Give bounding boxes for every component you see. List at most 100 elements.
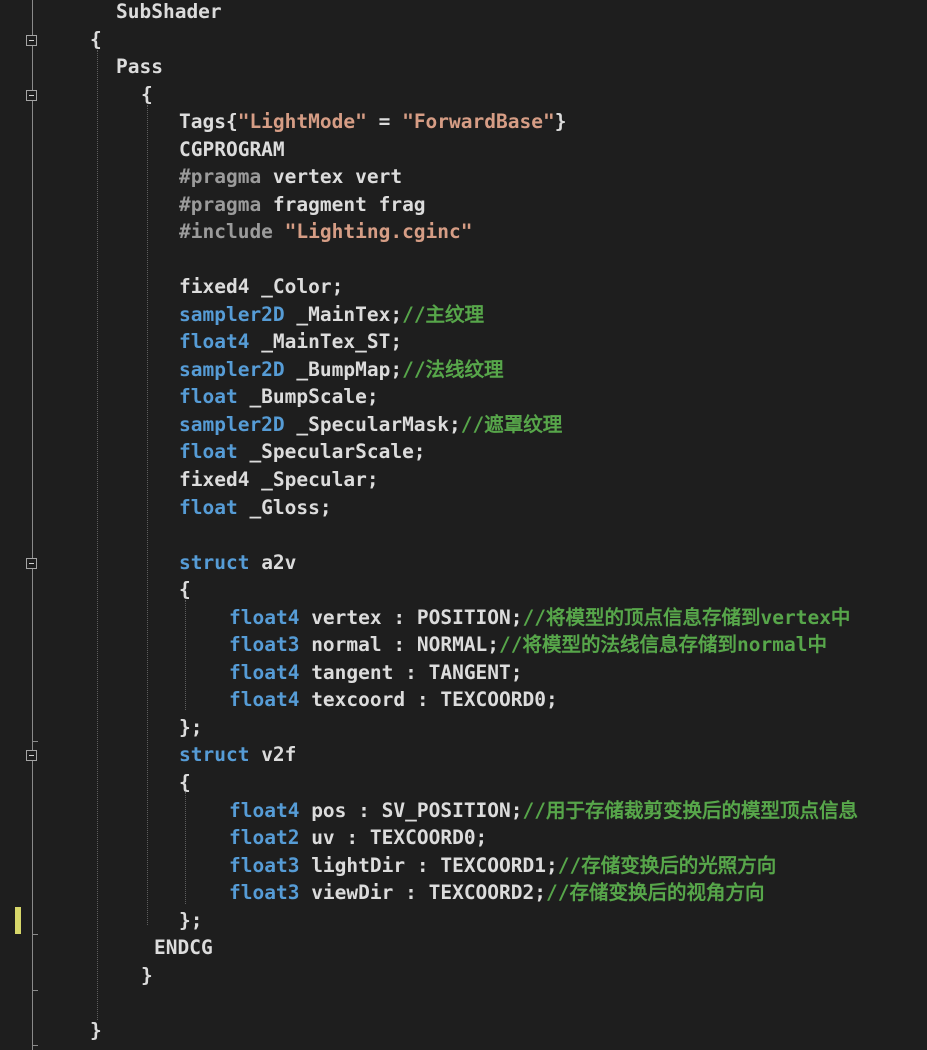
type-keyword: float3	[229, 881, 300, 904]
code-text: };	[179, 909, 203, 932]
type-keyword: float3	[229, 633, 300, 656]
code-line[interactable]: Tags{"LightMode" = "ForwardBase"}	[179, 108, 566, 136]
outline-tick	[32, 1045, 38, 1046]
preprocessor-directive: #pragma	[179, 165, 262, 188]
code-line[interactable]: float3 viewDir : TEXCOORD2;//存储变换后的视角方向	[229, 879, 764, 907]
outline-tick	[32, 990, 38, 991]
outline-margin-line	[32, 0, 33, 1050]
code-text: }	[141, 964, 153, 987]
code-line[interactable]: };	[179, 714, 202, 742]
string-literal: "Lighting.cginc"	[284, 220, 473, 243]
code-line[interactable]: {	[179, 576, 191, 604]
code-text: ENDCG	[154, 936, 213, 959]
type-keyword: float2	[229, 826, 300, 849]
code-text: }	[554, 110, 567, 133]
indent-guide	[147, 105, 148, 925]
collapse-struct-v2f-icon[interactable]	[26, 750, 37, 761]
type-keyword: sampler2D	[179, 358, 285, 381]
code-line[interactable]: sampler2D _MainTex;//主纹理	[179, 301, 484, 329]
code-text: _SpecularMask;	[284, 413, 461, 436]
collapse-struct-a2v-icon[interactable]	[26, 558, 37, 569]
code-line[interactable]: {	[90, 26, 102, 54]
code-text: _BumpMap;	[284, 358, 403, 381]
code-line[interactable]: sampler2D _SpecularMask;//遮罩纹理	[179, 411, 562, 439]
code-text: }	[90, 1019, 102, 1042]
type-keyword: sampler2D	[179, 413, 285, 436]
code-line[interactable]: float4 vertex : POSITION;//将模型的顶点信息存储到ve…	[229, 604, 850, 632]
code-text: };	[179, 716, 203, 739]
code-text: fragment frag	[261, 193, 426, 216]
code-text: _Gloss;	[237, 496, 332, 519]
string-literal: "LightMode"	[237, 110, 367, 133]
code-text: pos : SV_POSITION;	[299, 799, 523, 822]
code-text: _SpecularScale;	[237, 440, 426, 463]
preprocessor-directive: #include	[179, 220, 273, 243]
code-text: =	[366, 110, 403, 133]
code-line[interactable]: float _BumpScale;	[179, 383, 379, 411]
code-line[interactable]: {	[179, 769, 191, 797]
code-line[interactable]: CGPROGRAM	[179, 136, 285, 164]
code-line[interactable]: float4 _MainTex_ST;	[179, 328, 402, 356]
code-text: uv : TEXCOORD0;	[299, 826, 488, 849]
code-line[interactable]: }	[141, 962, 153, 990]
code-line[interactable]: float4 pos : SV_POSITION;//用于存储裁剪变换后的模型顶…	[229, 797, 858, 825]
code-line[interactable]: float4 tangent : TANGENT;	[229, 659, 523, 687]
code-line[interactable]: #pragma vertex vert	[179, 163, 402, 191]
code-line[interactable]: #pragma fragment frag	[179, 191, 426, 219]
code-text: vertex vert	[261, 165, 403, 188]
code-text: _MainTex;	[284, 303, 403, 326]
code-line[interactable]: float _SpecularScale;	[179, 438, 426, 466]
code-text: {	[179, 771, 191, 794]
type-keyword: float4	[229, 606, 300, 629]
code-line[interactable]: struct v2f	[179, 741, 296, 769]
code-comment: //存储变换后的光照方向	[557, 854, 777, 877]
code-text: {	[90, 28, 102, 51]
code-line[interactable]: SubShader	[116, 0, 222, 26]
outline-tick	[32, 741, 38, 742]
code-text: {	[179, 578, 191, 601]
code-text: texcoord : TEXCOORD0;	[299, 688, 558, 711]
code-line[interactable]: float4 texcoord : TEXCOORD0;	[229, 686, 558, 714]
type-keyword: float4	[229, 799, 300, 822]
indent-guide	[185, 792, 186, 904]
code-line[interactable]: {	[141, 81, 153, 109]
code-line[interactable]: #include "Lighting.cginc"	[179, 218, 473, 246]
code-text: v2f	[249, 743, 297, 766]
indent-guide	[97, 50, 98, 1020]
code-text: Pass	[116, 55, 163, 78]
indent-guide	[185, 600, 186, 710]
collapse-subshader-icon[interactable]	[26, 35, 37, 46]
string-literal: "ForwardBase"	[402, 110, 555, 133]
code-line[interactable]: fixed4 _Specular;	[179, 466, 379, 494]
code-text: CGPROGRAM	[179, 138, 285, 161]
struct-keyword: struct	[179, 551, 250, 574]
code-comment: //遮罩纹理	[460, 413, 563, 436]
code-line[interactable]: fixed4 _Color;	[179, 273, 343, 301]
code-comment: //用于存储裁剪变换后的模型顶点信息	[522, 799, 858, 822]
code-line[interactable]: struct a2v	[179, 549, 296, 577]
code-comment: //将模型的法线信息存储到normal中	[499, 633, 827, 656]
code-comment: //将模型的顶点信息存储到vertex中	[522, 606, 851, 629]
code-line[interactable]: sampler2D _BumpMap;//法线纹理	[179, 356, 504, 384]
code-text: Tags{	[179, 110, 238, 133]
outline-tick	[32, 934, 38, 935]
type-keyword: sampler2D	[179, 303, 285, 326]
code-line[interactable]: float3 normal : NORMAL;//将模型的法线信息存储到norm…	[229, 631, 827, 659]
preprocessor-directive: #pragma	[179, 193, 262, 216]
code-text: normal : NORMAL;	[299, 633, 500, 656]
code-line[interactable]: float2 uv : TEXCOORD0;	[229, 824, 487, 852]
code-text: _MainTex_ST;	[249, 330, 403, 353]
collapse-pass-icon[interactable]	[26, 90, 37, 101]
code-line[interactable]: float _Gloss;	[179, 494, 332, 522]
code-text: _BumpScale;	[237, 385, 379, 408]
code-text: viewDir : TEXCOORD2;	[299, 881, 546, 904]
code-text: {	[141, 83, 153, 106]
code-line[interactable]: float3 lightDir : TEXCOORD1;//存储变换后的光照方向	[229, 852, 776, 880]
code-line[interactable]: }	[90, 1017, 102, 1045]
type-keyword: float	[179, 385, 238, 408]
code-line[interactable]: Pass	[116, 53, 163, 81]
code-line[interactable]: ENDCG	[154, 934, 213, 962]
code-line[interactable]: };	[179, 907, 202, 935]
code-editor[interactable]: SubShader { Pass { Tags{"LightMode" = "F…	[0, 0, 927, 1050]
